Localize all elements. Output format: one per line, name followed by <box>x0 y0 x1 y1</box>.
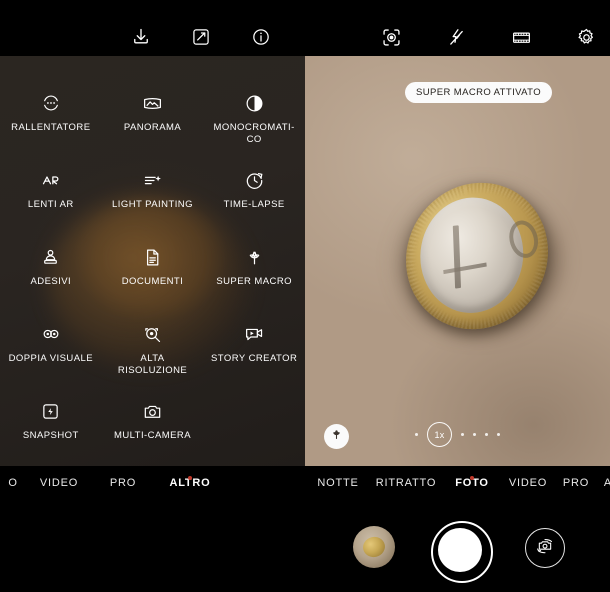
mode-list-panel: RALLENTATORE PANORAMA MONOCROMATI-CO LEN… <box>0 56 305 466</box>
mode-item-label: ALTA RISOLUZIONE <box>117 353 188 376</box>
settings-gear-icon[interactable] <box>575 26 597 48</box>
tab-foto-left[interactable]: O <box>0 466 26 489</box>
mode-tabbar-right: NOTTE RITRATTO FOTO VIDEO PRO A <box>305 466 610 506</box>
tab-video-left[interactable]: VIDEO <box>26 466 92 489</box>
multi-camera-icon <box>141 400 163 422</box>
zoom-selector[interactable]: 1x <box>305 422 610 447</box>
mode-item-monocromatico[interactable]: MONOCROMATI-CO <box>203 92 305 169</box>
mode-item-doppia-visuale[interactable]: DOPPIA VISUALE <box>0 323 102 400</box>
mode-item-label: SUPER MACRO <box>216 276 292 287</box>
tab-label: O <box>8 477 18 489</box>
mode-item-label: MONOCROMATI-CO <box>213 122 295 145</box>
shutter-button[interactable] <box>431 521 493 583</box>
top-toolbar-right-group <box>380 26 597 48</box>
mode-item-alta-risoluzione[interactable]: ALTA RISOLUZIONE <box>102 323 204 400</box>
capture-controls-bar <box>0 506 610 592</box>
coin-numeral-base <box>443 262 487 275</box>
story-creator-icon <box>243 323 265 345</box>
camera-app-screen: RALLENTATORE PANORAMA MONOCROMATI-CO LEN… <box>0 0 610 592</box>
light-painting-icon <box>141 169 163 191</box>
tab-label: PRO <box>562 477 590 489</box>
high-resolution-icon <box>141 323 163 345</box>
top-toolbar-left-group <box>130 26 272 48</box>
camera-flip-icon <box>535 536 555 561</box>
monochrome-icon <box>243 92 265 114</box>
top-toolbar <box>0 0 610 56</box>
tab-foto[interactable]: FOTO <box>443 466 501 489</box>
mode-item-super-macro[interactable]: SUPER MACRO <box>203 246 305 323</box>
mode-item-label: LIGHT PAINTING <box>112 199 193 210</box>
mode-item-story-creator[interactable]: STORY CREATOR <box>203 323 305 400</box>
mode-item-label: TIME-LAPSE <box>223 199 285 210</box>
camera-mode-grid: RALLENTATORE PANORAMA MONOCROMATI-CO LEN… <box>0 56 305 466</box>
flower-macro-icon <box>243 246 265 268</box>
mode-item-rallentatore[interactable]: RALLENTATORE <box>0 92 102 169</box>
ar-lens-icon <box>40 169 62 191</box>
zoom-dot[interactable] <box>485 433 488 436</box>
slow-motion-icon <box>40 92 62 114</box>
dual-view-icon <box>40 323 62 345</box>
ai-scene-icon[interactable] <box>380 26 402 48</box>
mode-item-label: DOPPIA VISUALE <box>8 353 94 364</box>
zoom-dot[interactable] <box>473 433 476 436</box>
tab-notte[interactable]: NOTTE <box>307 466 369 489</box>
tab-altro-left[interactable]: ALTRO <box>154 466 226 489</box>
super-macro-badge: SUPER MACRO ATTIVATO <box>405 82 553 103</box>
snapshot-icon <box>40 400 62 422</box>
thumbnail-coin <box>360 534 388 560</box>
tab-label: VIDEO <box>508 477 548 489</box>
gallery-thumbnail[interactable] <box>353 526 395 568</box>
tab-label: VIDEO <box>39 477 79 489</box>
mode-tab-bars: O VIDEO PRO ALTRO NOTTE RITRATTO FOTO VI… <box>0 466 610 506</box>
mode-item-label: RALLENTATORE <box>11 122 91 133</box>
mode-item-panorama[interactable]: PANORAMA <box>102 92 204 169</box>
tab-label: A <box>603 477 610 489</box>
zoom-dot[interactable] <box>497 433 500 436</box>
info-icon[interactable] <box>250 26 272 48</box>
active-tab-indicator <box>470 476 474 480</box>
mode-item-lenti-ar[interactable]: LENTI AR <box>0 169 102 246</box>
filmstrip-icon[interactable] <box>510 26 532 48</box>
tab-pro-left[interactable]: PRO <box>92 466 154 489</box>
mode-item-label: LENTI AR <box>27 199 74 210</box>
document-icon <box>141 246 163 268</box>
tab-ritratto[interactable]: RITRATTO <box>369 466 443 489</box>
panorama-icon <box>141 92 163 114</box>
mode-item-light-painting[interactable]: LIGHT PAINTING <box>102 169 204 246</box>
zoom-dot[interactable] <box>461 433 464 436</box>
mode-item-documenti[interactable]: DOCUMENTI <box>102 246 204 323</box>
mode-item-label: ADESIVI <box>30 276 72 287</box>
download-icon[interactable] <box>130 26 152 48</box>
active-tab-indicator <box>188 476 192 480</box>
tab-video[interactable]: VIDEO <box>501 466 555 489</box>
mode-item-label: DOCUMENTI <box>121 276 184 287</box>
time-lapse-icon <box>243 169 265 191</box>
mode-item-snapshot[interactable]: SNAPSHOT <box>0 400 102 466</box>
zoom-dot[interactable] <box>415 433 418 436</box>
camera-flip-button[interactable] <box>525 528 565 568</box>
zoom-level-indicator[interactable]: 1x <box>427 422 452 447</box>
mode-item-label: SNAPSHOT <box>22 430 79 441</box>
mode-item-label: STORY CREATOR <box>211 353 298 364</box>
tab-label: NOTTE <box>317 477 359 489</box>
mode-item-label: PANORAMA <box>123 122 182 133</box>
tab-label: PRO <box>109 477 137 489</box>
mode-item-adesivi[interactable]: ADESIVI <box>0 246 102 323</box>
mode-item-multi-camera[interactable]: MULTI-CAMERA <box>102 400 204 466</box>
split-preview-area: RALLENTATORE PANORAMA MONOCROMATI-CO LEN… <box>0 56 610 466</box>
sticker-icon <box>40 246 62 268</box>
mode-item-time-lapse[interactable]: TIME-LAPSE <box>203 169 305 246</box>
coin-numeral-stroke <box>452 225 462 289</box>
shutter-inner <box>438 528 482 572</box>
tab-pro[interactable]: PRO <box>555 466 597 489</box>
tab-altro-right[interactable]: A <box>597 466 610 489</box>
flash-off-icon[interactable] <box>445 26 467 48</box>
mode-item-label: MULTI-CAMERA <box>113 430 191 441</box>
viewfinder-panel[interactable]: SUPER MACRO ATTIVATO 1x <box>305 56 610 466</box>
edit-icon[interactable] <box>190 26 212 48</box>
tab-label: RITRATTO <box>375 477 437 489</box>
mode-tabbar-left: O VIDEO PRO ALTRO <box>0 466 305 506</box>
